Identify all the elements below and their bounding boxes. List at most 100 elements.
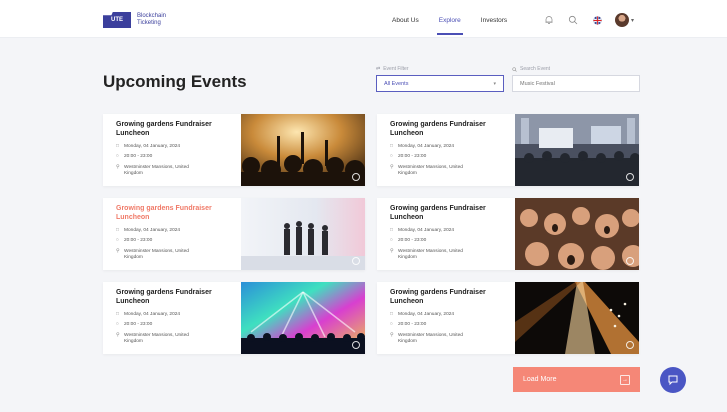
logo[interactable]: UTE Blockchain Ticketing [103,12,177,28]
chat-bubble-icon [668,375,678,386]
event-time-text: 20:00 - 23:00 [398,154,427,159]
logo-mark: UTE [103,12,131,28]
play-icon[interactable] [352,257,360,265]
clock-icon: ○ [116,238,119,243]
location-pin-icon: ⚲ [116,333,120,338]
calendar-icon: □ [390,312,393,317]
play-icon[interactable] [626,341,634,349]
play-icon[interactable] [626,173,634,181]
play-icon[interactable] [352,173,360,181]
play-icon[interactable] [626,257,634,265]
search-event-label: Search Event [512,66,640,72]
event-card[interactable]: Growing gardens Fundraiser Luncheon □ Mon… [377,114,639,186]
event-filter-group: ⇄ Event Filter All Events ▾ [376,66,504,92]
play-icon[interactable] [352,341,360,349]
clock-icon: ○ [116,322,119,327]
nav-about-us[interactable]: About Us [392,17,419,24]
event-card[interactable]: Growing gardens Fundraiser Luncheon □ Mon… [377,282,639,354]
event-card[interactable]: Growing gardens Fundraiser Luncheon □ Mon… [377,198,639,270]
event-time-text: 20:00 - 23:00 [124,154,153,159]
logo-text: Blockchain Ticketing [137,13,167,26]
top-navbar: UTE Blockchain Ticketing About Us Explor… [0,0,727,38]
event-date-text: Monday, 04 January, 2024 [398,144,455,149]
event-card-highlighted[interactable]: Growing gardens Fundraiser Luncheon □ Mon… [103,198,365,270]
location-pin-icon: ⚲ [116,165,120,170]
event-date: □ Monday, 04 January, 2024 [116,144,180,150]
event-location-text: Westminster Mansions, United Kingdom [398,249,463,260]
search-icon[interactable] [567,14,579,26]
conference-hall-icon[interactable] [515,114,639,186]
clock-icon: ○ [116,154,119,159]
user-avatar[interactable] [615,13,629,27]
nav-links: About Us Explore Investors [392,17,507,35]
event-location-text: Westminster Mansions, United Kingdom [124,249,189,260]
event-card[interactable]: Growing gardens Fundraiser Luncheon □ Mon… [103,114,365,186]
search-event-input[interactable] [520,80,632,87]
spotlight-stage-icon[interactable] [515,282,639,354]
event-date: □ Monday, 04 January, 2024 [116,312,180,318]
event-title: Growing gardens Fundraiser Luncheon [116,205,212,221]
location-pin-icon: ⚲ [390,249,394,254]
event-card[interactable]: Growing gardens Fundraiser Luncheon □ Mon… [103,282,365,354]
event-date-text: Monday, 04 January, 2024 [124,228,181,233]
event-date-text: Monday, 04 January, 2024 [398,228,455,233]
search-icon [512,66,517,72]
event-filter-label-text: Event Filter [383,66,409,72]
event-location: ⚲ Westminster Mansions, United Kingdom [390,249,478,261]
event-date: □ Monday, 04 January, 2024 [116,228,180,234]
clock-icon: ○ [390,154,393,159]
search-event-label-text: Search Event [520,66,551,72]
concert-crowd-icon[interactable] [241,114,365,186]
event-date-text: Monday, 04 January, 2024 [398,312,455,317]
search-event-group: Search Event [512,66,640,92]
cheering-crowd-icon[interactable] [515,198,639,270]
chat-button[interactable] [660,367,686,393]
event-time-text: 20:00 - 23:00 [398,238,427,243]
location-pin-icon: ⚲ [390,333,394,338]
event-date: □ Monday, 04 January, 2024 [390,144,454,150]
event-title: Growing gardens Fundraiser Luncheon [390,205,486,221]
event-time: ○ 20:00 - 23:00 [390,238,426,244]
event-time-text: 20:00 - 23:00 [124,238,153,243]
event-time: ○ 20:00 - 23:00 [116,238,152,244]
location-pin-icon: ⚲ [116,249,120,254]
chevron-down-icon: ▾ [493,80,496,87]
event-filter-label: ⇄ Event Filter [376,66,504,72]
filter-icon: ⇄ [376,66,381,72]
event-location-text: Westminster Mansions, United Kingdom [398,165,463,176]
festival-lights-icon[interactable] [241,282,365,354]
bell-icon[interactable] [543,14,555,26]
event-title: Growing gardens Fundraiser Luncheon [390,289,486,305]
event-date: □ Monday, 04 January, 2024 [390,228,454,234]
event-location: ⚲ Westminster Mansions, United Kingdom [116,249,204,261]
event-filter-value: All Events [384,80,409,87]
calendar-icon: □ [116,144,119,149]
event-time: ○ 20:00 - 23:00 [390,154,426,160]
load-more-button[interactable]: Load More → [513,367,640,392]
event-time: ○ 20:00 - 23:00 [116,154,152,160]
nav-explore[interactable]: Explore [436,17,463,35]
search-event-box[interactable] [512,75,640,92]
event-time-text: 20:00 - 23:00 [398,322,427,327]
event-date-text: Monday, 04 January, 2024 [124,312,181,317]
page-title: Upcoming Events [103,72,247,91]
event-title: Growing gardens Fundraiser Luncheon [116,289,212,305]
event-filter-select[interactable]: All Events ▾ [376,75,504,92]
event-time: ○ 20:00 - 23:00 [390,322,426,328]
clock-icon: ○ [390,322,393,327]
nav-investors[interactable]: Investors [481,17,507,24]
event-location: ⚲ Westminster Mansions, United Kingdom [390,165,478,177]
uk-flag-icon[interactable] [591,14,603,26]
location-pin-icon: ⚲ [390,165,394,170]
event-location-text: Westminster Mansions, United Kingdom [124,165,189,176]
clock-icon: ○ [390,238,393,243]
calendar-icon: □ [390,144,393,149]
nav-icons: ▾ [543,13,634,27]
event-time-text: 20:00 - 23:00 [124,322,153,327]
arrow-right-icon: → [620,374,630,385]
chevron-down-icon[interactable]: ▾ [631,17,634,24]
event-location: ⚲ Westminster Mansions, United Kingdom [116,333,204,345]
calendar-icon: □ [116,312,119,317]
stage-performers-icon[interactable] [241,198,365,270]
event-title: Growing gardens Fundraiser Luncheon [390,121,486,137]
